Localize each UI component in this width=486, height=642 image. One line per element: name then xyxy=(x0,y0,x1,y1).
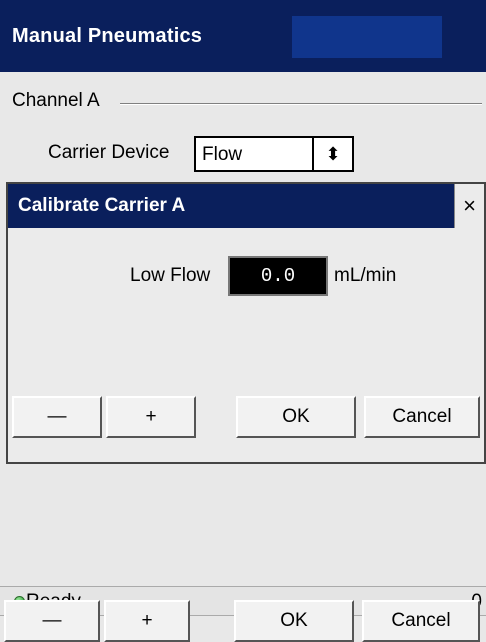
group-divider xyxy=(120,103,482,105)
spin-arrows-icon[interactable]: ⬍ xyxy=(312,138,352,170)
footer-decrement-button[interactable]: — xyxy=(4,600,100,642)
close-icon[interactable]: × xyxy=(454,184,484,228)
carrier-device-value: Flow xyxy=(202,144,243,165)
footer-cancel-button[interactable]: Cancel xyxy=(362,600,480,642)
flow-unit-label: mL/min xyxy=(334,265,397,286)
titlebar-panel xyxy=(292,16,442,58)
low-flow-input[interactable]: 0.0 xyxy=(228,256,328,296)
footer-ok-button[interactable]: OK xyxy=(234,600,354,642)
increment-button[interactable]: + xyxy=(106,396,196,438)
dialog-title: Calibrate Carrier A xyxy=(18,195,186,216)
dialog-titlebar: Calibrate Carrier A xyxy=(8,184,456,228)
footer-increment-button[interactable]: + xyxy=(104,600,190,642)
window-title: Manual Pneumatics xyxy=(12,25,203,47)
calibrate-carrier-dialog: Calibrate Carrier A × Low Flow 0.0 mL/mi… xyxy=(6,182,486,464)
window-titlebar: Manual Pneumatics xyxy=(0,0,486,72)
cancel-button[interactable]: Cancel xyxy=(364,396,480,438)
carrier-device-select[interactable]: Flow ⬍ xyxy=(194,136,354,172)
ok-button[interactable]: OK xyxy=(236,396,356,438)
decrement-button[interactable]: — xyxy=(12,396,102,438)
content-area xyxy=(0,464,486,586)
low-flow-label: Low Flow xyxy=(130,265,211,286)
channel-group-label: Channel A xyxy=(12,90,100,111)
carrier-device-label: Carrier Device xyxy=(48,142,170,163)
